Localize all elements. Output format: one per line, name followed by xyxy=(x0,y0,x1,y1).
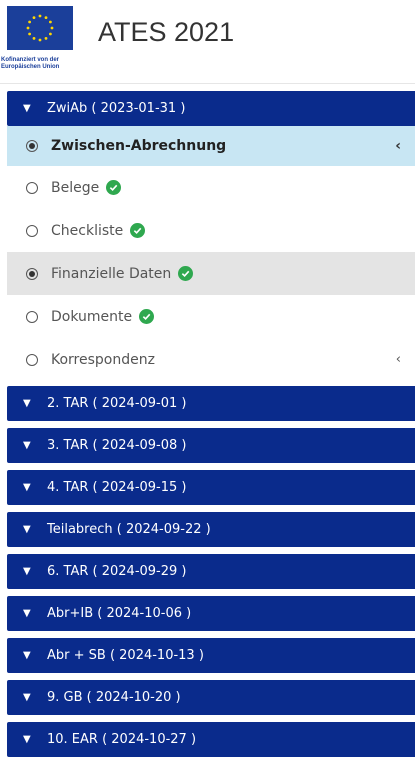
check-circle-icon xyxy=(139,309,155,324)
chevron-left-icon[interactable]: ‹ xyxy=(395,138,401,154)
group-label: 3. TAR ( 2024-09-08 ) xyxy=(47,438,187,453)
group-header-teilabrech[interactable]: ▼ Teilabrech ( 2024-09-22 ) xyxy=(7,512,415,547)
group-label: 4. TAR ( 2024-09-15 ) xyxy=(47,480,187,495)
caret-down-icon: ▼ xyxy=(23,650,31,661)
radio-selected-icon xyxy=(26,140,38,152)
eu-caption-line2: Europäischen Union xyxy=(1,64,60,70)
group-header-10-ear[interactable]: ▼ 10. EAR ( 2024-10-27 ) xyxy=(7,722,415,757)
caret-down-icon: ▼ xyxy=(23,440,31,451)
check-circle-icon xyxy=(130,223,146,238)
group-header-2-tar[interactable]: ▼ 2. TAR ( 2024-09-01 ) xyxy=(7,386,415,421)
group-label: 10. EAR ( 2024-10-27 ) xyxy=(47,732,197,747)
group-header-abr-sb[interactable]: ▼ Abr + SB ( 2024-10-13 ) xyxy=(7,638,415,673)
caret-down-icon: ▼ xyxy=(23,398,31,409)
header-divider xyxy=(0,83,415,84)
caret-down-icon: ▼ xyxy=(23,566,31,577)
group-label: 6. TAR ( 2024-09-29 ) xyxy=(47,564,187,579)
radio-icon xyxy=(26,310,38,323)
header: Kofinanziert von der Europäischen Union … xyxy=(0,0,415,80)
menu-item-checkliste[interactable]: Checkliste xyxy=(7,209,415,252)
menu-item-label: Finanzielle Daten xyxy=(51,265,172,282)
subsection-header[interactable]: Zwischen-Abrechnung ‹ xyxy=(7,126,415,166)
caret-down-icon: ▼ xyxy=(23,482,31,493)
group-label: 9. GB ( 2024-10-20 ) xyxy=(47,690,181,705)
group-header-6-tar[interactable]: ▼ 6. TAR ( 2024-09-29 ) xyxy=(7,554,415,589)
menu-item-dokumente[interactable]: Dokumente xyxy=(7,295,415,338)
check-circle-icon xyxy=(106,180,122,195)
caret-down-icon: ▼ xyxy=(23,692,31,703)
menu-item-belege[interactable]: Belege xyxy=(7,166,415,209)
chevron-left-icon[interactable]: ‹ xyxy=(396,352,401,367)
caret-down-icon: ▼ xyxy=(23,103,31,114)
app-title: ATES 2021 xyxy=(98,17,235,47)
menu-item-label: Dokumente xyxy=(51,308,133,325)
eu-flag-logo xyxy=(7,6,73,50)
zwiab-submenu: Zwischen-Abrechnung ‹ Belege Checkliste … xyxy=(7,126,415,381)
group-header-zwiab[interactable]: ▼ ZwiAb ( 2023-01-31 ) xyxy=(7,91,415,126)
subsection-title: Zwischen-Abrechnung xyxy=(51,138,227,154)
group-header-9-gb[interactable]: ▼ 9. GB ( 2024-10-20 ) xyxy=(7,680,415,715)
group-label: Abr + SB ( 2024-10-13 ) xyxy=(47,648,204,663)
eu-caption-line1: Kofinanziert von der xyxy=(1,57,60,63)
menu-item-label: Belege xyxy=(51,179,100,196)
group-label: Teilabrech ( 2024-09-22 ) xyxy=(47,522,211,537)
caret-down-icon: ▼ xyxy=(23,524,31,535)
caret-down-icon: ▼ xyxy=(23,734,31,745)
menu-item-label: Checkliste xyxy=(51,222,124,239)
navigation-menu: ▼ ZwiAb ( 2023-01-31 ) Zwischen-Abrechnu… xyxy=(7,91,415,764)
radio-icon xyxy=(26,181,38,194)
group-label: Abr+IB ( 2024-10-06 ) xyxy=(47,606,192,621)
group-label: ZwiAb ( 2023-01-31 ) xyxy=(47,101,186,116)
group-header-abr-ib[interactable]: ▼ Abr+IB ( 2024-10-06 ) xyxy=(7,596,415,631)
caret-down-icon: ▼ xyxy=(23,608,31,619)
menu-item-label: Korrespondenz xyxy=(51,351,155,368)
check-circle-icon xyxy=(178,266,194,281)
menu-item-korrespondenz[interactable]: Korrespondenz ‹ xyxy=(7,338,415,381)
radio-icon xyxy=(26,353,38,366)
radio-selected-icon xyxy=(26,267,38,280)
radio-icon xyxy=(26,224,38,237)
eu-caption: Kofinanziert von der Europäischen Union xyxy=(1,57,91,71)
menu-item-finanzielle-daten[interactable]: Finanzielle Daten xyxy=(7,252,415,295)
group-header-4-tar[interactable]: ▼ 4. TAR ( 2024-09-15 ) xyxy=(7,470,415,505)
group-label: 2. TAR ( 2024-09-01 ) xyxy=(47,396,187,411)
eu-stars-icon xyxy=(26,14,54,42)
group-header-3-tar[interactable]: ▼ 3. TAR ( 2024-09-08 ) xyxy=(7,428,415,463)
